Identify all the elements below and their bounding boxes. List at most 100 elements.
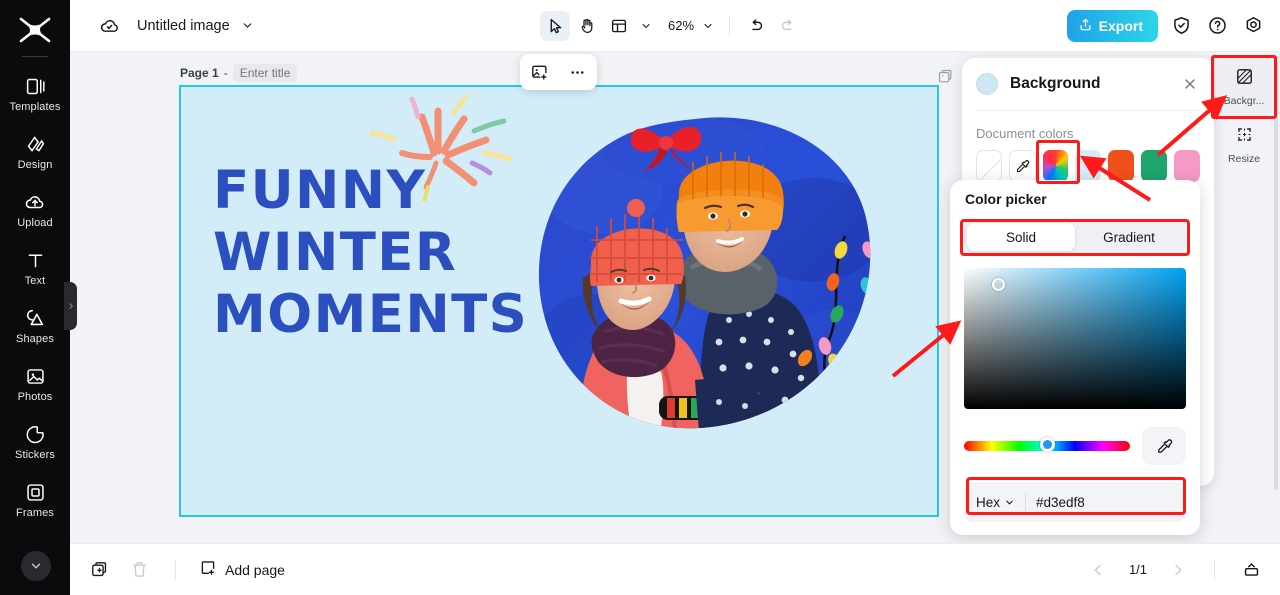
background-tool-button[interactable]: Backgr... [1216,58,1272,116]
select-tool-button[interactable] [540,10,570,41]
capcut-logo-icon[interactable] [13,10,57,50]
sidebar-label: Text [24,275,46,287]
hex-divider [1025,493,1027,511]
canvas-float-toolbar [520,54,597,90]
sidebar-item-stickers[interactable]: Stickers [0,413,70,471]
page-label-dash: - [223,66,228,80]
layout-dropdown-caret[interactable] [636,12,656,40]
eyedropper-swatch[interactable] [1009,150,1036,182]
tab-gradient[interactable]: Gradient [1075,223,1183,251]
green-swatch[interactable] [1141,150,1168,182]
chevron-down-icon[interactable] [241,19,254,32]
sv-handle[interactable] [992,278,1005,291]
pink-swatch[interactable] [1174,150,1200,182]
add-page-label: Add page [225,561,285,578]
redo-button[interactable] [773,11,803,41]
sticker-icon [24,423,46,445]
question-circle-icon[interactable] [1204,13,1230,39]
shield-check-icon[interactable] [1168,13,1194,39]
color-format-label: Hex [976,494,1001,510]
zoom-level-value[interactable]: 62% [658,18,696,33]
color-mode-tabs: Solid Gradient [964,220,1186,254]
page-title-input[interactable] [232,64,297,82]
add-image-icon[interactable] [525,58,553,86]
color-wheel-swatch[interactable] [1042,150,1069,182]
prev-page-button[interactable] [1085,557,1111,583]
bottom-toolbar: Add page 1/1 [70,543,1280,595]
design-icon [24,133,46,155]
rail-more-button[interactable] [21,551,51,581]
layout-tool-button[interactable] [604,11,634,41]
upload-cloud-icon [24,191,46,213]
rail-divider [22,56,48,57]
no-color-swatch[interactable] [976,150,1003,182]
capcut-editor-window: Templates Design Upload Text Shapes Phot… [0,0,1280,595]
color-picker-popover: Color picker Solid Gradient Hex [950,180,1200,535]
duplicate-icon[interactable] [86,557,112,583]
eyedropper-button[interactable] [1142,427,1186,465]
rail-collapse-handle[interactable] [64,282,77,330]
resize-icon [1235,125,1254,149]
add-page-icon [199,559,217,580]
add-page-button[interactable]: Add page [199,559,285,580]
color-format-selector[interactable]: Hex [976,495,1015,510]
background-color-preview[interactable] [976,73,998,95]
sidebar-label: Upload [17,217,53,229]
undo-button[interactable] [741,11,771,41]
hue-slider-handle[interactable] [1040,437,1056,452]
tab-solid[interactable]: Solid [967,223,1075,251]
sidebar-label: Stickers [15,449,55,461]
left-tool-rail: Templates Design Upload Text Shapes Phot… [0,0,70,595]
sidebar-item-photos[interactable]: Photos [0,355,70,413]
orange-red-swatch[interactable] [1108,150,1135,182]
sidebar-item-templates[interactable]: Templates [0,65,70,123]
zoom-dropdown-caret[interactable] [698,12,718,40]
export-button[interactable]: Export [1066,9,1158,42]
panel-title: Background [1010,75,1101,92]
canvas-photo[interactable] [533,110,878,440]
text-t-icon [24,249,46,271]
bottom-divider-2 [1214,559,1215,580]
more-options-icon[interactable] [564,58,592,86]
topbar-right-group: Export [1066,9,1266,42]
page-count-label: 1/1 [1128,562,1148,577]
sidebar-label: Photos [17,391,53,403]
sidebar-item-design[interactable]: Design [0,123,70,181]
trash-icon[interactable] [126,557,152,583]
right-tool-rail: Backgr... Resize [1216,58,1272,174]
toolbar-divider [729,15,731,36]
cloud-saved-icon [98,15,120,37]
pages-panel-icon[interactable] [1238,557,1264,583]
gear-icon[interactable] [1240,13,1266,39]
document-title[interactable]: Untitled image [137,18,230,34]
close-icon[interactable] [1180,74,1200,94]
hue-slider[interactable] [964,437,1130,452]
design-canvas[interactable]: FUNNY WINTER MOMENTS [179,85,939,517]
hex-input[interactable] [1036,494,1157,510]
right-rail-label: Backgr... [1223,95,1265,107]
shapes-icon [24,307,46,329]
sidebar-item-text[interactable]: Text [0,239,70,297]
bottom-divider [175,559,176,580]
background-icon [1235,67,1254,91]
bottom-left-group: Add page [86,557,285,583]
light-blue-swatch[interactable] [1075,150,1102,182]
bottom-right-group: 1/1 [1085,557,1264,583]
sidebar-label: Design [17,159,53,171]
sidebar-label: Frames [16,507,54,519]
sidebar-label: Shapes [16,333,54,345]
color-picker-title: Color picker [965,191,1047,207]
right-rail-label: Resize [1227,153,1261,165]
sidebar-item-frames[interactable]: Frames [0,471,70,529]
next-page-button[interactable] [1165,557,1191,583]
canvas-tool-group: 62% [540,10,803,41]
resize-tool-button[interactable]: Resize [1216,116,1272,174]
workspace-scrollbar[interactable] [1274,60,1278,490]
photo-icon [24,365,46,387]
sidebar-item-shapes[interactable]: Shapes [0,297,70,355]
panel-header: Background [962,58,1214,110]
frames-icon [24,481,46,503]
sidebar-item-upload[interactable]: Upload [0,181,70,239]
hand-tool-button[interactable] [572,11,602,41]
saturation-value-area[interactable] [964,268,1186,409]
